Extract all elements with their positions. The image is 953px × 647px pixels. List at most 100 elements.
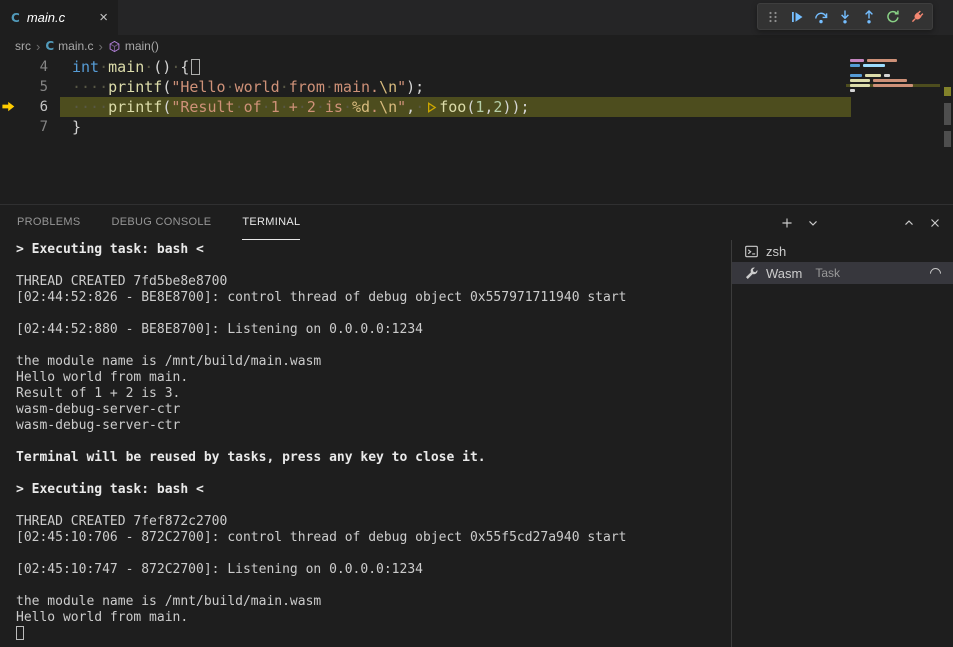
terminal-dropdown-button[interactable] (803, 213, 823, 233)
debug-gripper-button[interactable] (761, 5, 785, 28)
terminal-line: wasm-debug-server-ctr (16, 418, 731, 434)
c-file-icon: C (45, 39, 54, 53)
line-number: 7 (20, 117, 48, 137)
token-str: is (325, 98, 343, 116)
terminal-line: Terminal will be reused by tasks, press … (16, 450, 731, 466)
token-fn: printf (108, 98, 162, 116)
terminal-line: [02:44:52:826 - BE8E8700]: control threa… (16, 290, 731, 306)
close-icon (928, 216, 942, 230)
vscode-window: C main.c × src›Cmain.c›main() 4int·main·… (0, 0, 953, 647)
terminal-output[interactable]: > Executing task: bash < THREAD CREATED 7… (0, 242, 731, 647)
code-lines: 4int·main·()·{5····printf("Hello·world·f… (0, 57, 953, 137)
code-text: ····printf("Hello·world·from·main.\n"); (72, 77, 424, 97)
terminal-line: THREAD CREATED 7fd5be8e8700 (16, 274, 731, 290)
debug-continue-button[interactable] (785, 5, 809, 28)
terminal-line: > Executing task: bash < (16, 482, 731, 498)
tools-icon (744, 266, 759, 281)
step-out-icon (861, 9, 877, 25)
terminal-line (16, 466, 731, 482)
gripper-icon (768, 9, 778, 25)
maximize-panel-button[interactable] (899, 213, 919, 233)
code-line-5[interactable]: 5····printf("Hello·world·from·main.\n"); (0, 77, 953, 97)
terminal-line (16, 258, 731, 274)
symbol-method-icon (108, 40, 121, 53)
terminal-line: wasm-debug-server-ctr (16, 402, 731, 418)
panel-body: > Executing task: bash < THREAD CREATED 7… (0, 240, 953, 647)
panel-global-actions (899, 205, 945, 240)
debug-step-out-button[interactable] (857, 5, 881, 28)
terminal-line: Result of 1 + 2 is 3. (16, 386, 731, 402)
breadcrumb-label: main() (125, 39, 159, 53)
token-ws: ···· (72, 98, 108, 116)
breakpoint-gutter[interactable] (0, 57, 20, 77)
token-str: + (289, 98, 298, 116)
terminal-icon (744, 244, 759, 259)
restart-icon (885, 9, 901, 25)
token-str: " (397, 98, 406, 116)
inline-run-icon[interactable] (425, 99, 438, 119)
panel-tab-debug-console[interactable]: DEBUG CONSOLE (112, 205, 212, 240)
breadcrumb-item-src[interactable]: src (15, 39, 31, 53)
debug-restart-button[interactable] (881, 5, 905, 28)
terminal-actions (777, 205, 823, 240)
debug-toolbar (757, 3, 933, 30)
token-pun: ( (466, 98, 475, 116)
breadcrumb-label: src (15, 39, 31, 53)
token-ws: · (262, 98, 271, 116)
terminal-line (16, 434, 731, 450)
code-editor[interactable]: 4int·main·()·{5····printf("Hello·world·f… (0, 57, 953, 204)
terminal-list-item-zsh[interactable]: zsh (732, 240, 953, 262)
token-ws: ···· (72, 78, 108, 96)
token-str: main. (334, 78, 379, 96)
tab-close-icon[interactable]: × (97, 10, 110, 25)
token-str: "Result (171, 98, 234, 116)
breadcrumb-label: main.c (58, 39, 93, 53)
token-pun: ( (162, 78, 171, 96)
continue-icon (789, 9, 805, 25)
panel-tabs: PROBLEMS DEBUG CONSOLE TERMINAL (17, 205, 331, 240)
token-str: of (244, 98, 262, 116)
breadcrumb-item-main-c[interactable]: Cmain.c (45, 39, 93, 53)
terminal-line (16, 338, 731, 354)
token-pun: { (180, 58, 189, 76)
new-terminal-button[interactable] (777, 213, 797, 233)
minimap[interactable] (846, 59, 940, 149)
token-fn: printf (108, 78, 162, 96)
step-over-icon (813, 9, 829, 25)
terminal-line: the module name is /mnt/build/main.wasm (16, 594, 731, 610)
chevron-down-icon (806, 216, 820, 230)
breadcrumb-item-main--[interactable]: main() (108, 39, 159, 53)
terminal-line: THREAD CREATED 7fef872c2700 (16, 514, 731, 530)
terminal-line: > Executing task: bash < (16, 242, 731, 258)
debug-step-over-button[interactable] (809, 5, 833, 28)
close-panel-button[interactable] (925, 213, 945, 233)
token-ws: · (226, 78, 235, 96)
code-line-7[interactable]: 7} (0, 117, 953, 137)
panel-tab-problems[interactable]: PROBLEMS (17, 205, 81, 240)
token-ws: · (316, 98, 325, 116)
code-line-6[interactable]: 6····printf("Result·of·1·+·2·is·%d.\n",·… (0, 97, 953, 117)
token-str: from (289, 78, 325, 96)
terminal-list-item-wasm[interactable]: WasmTask (732, 262, 953, 284)
chevron-up-icon (902, 216, 916, 230)
code-text: } (72, 117, 81, 137)
code-line-4[interactable]: 4int·main·()·{ (0, 57, 953, 77)
tab-main-c[interactable]: C main.c × (0, 0, 118, 35)
debug-current-line-glyph[interactable] (0, 97, 20, 117)
terminal-line: [02:45:10:706 - 872C2700]: control threa… (16, 530, 731, 546)
terminal-line: [02:44:52:880 - BE8E8700]: Listening on … (16, 322, 731, 338)
debug-disconnect-button[interactable] (905, 5, 929, 28)
terminal-line (16, 306, 731, 322)
breakpoint-gutter[interactable] (0, 77, 20, 97)
terminal-line (16, 626, 731, 642)
token-ws: · (235, 98, 244, 116)
token-str: "Hello (171, 78, 225, 96)
terminal-line: Hello world from main. (16, 370, 731, 386)
debug-step-into-button[interactable] (833, 5, 857, 28)
token-str: 2 (307, 98, 316, 116)
editor-cursor (191, 59, 200, 75)
terminal-item-label: zsh (766, 244, 786, 259)
panel-tab-terminal[interactable]: TERMINAL (242, 205, 300, 240)
breakpoint-gutter[interactable] (0, 117, 20, 137)
token-esc: \n (379, 78, 397, 96)
